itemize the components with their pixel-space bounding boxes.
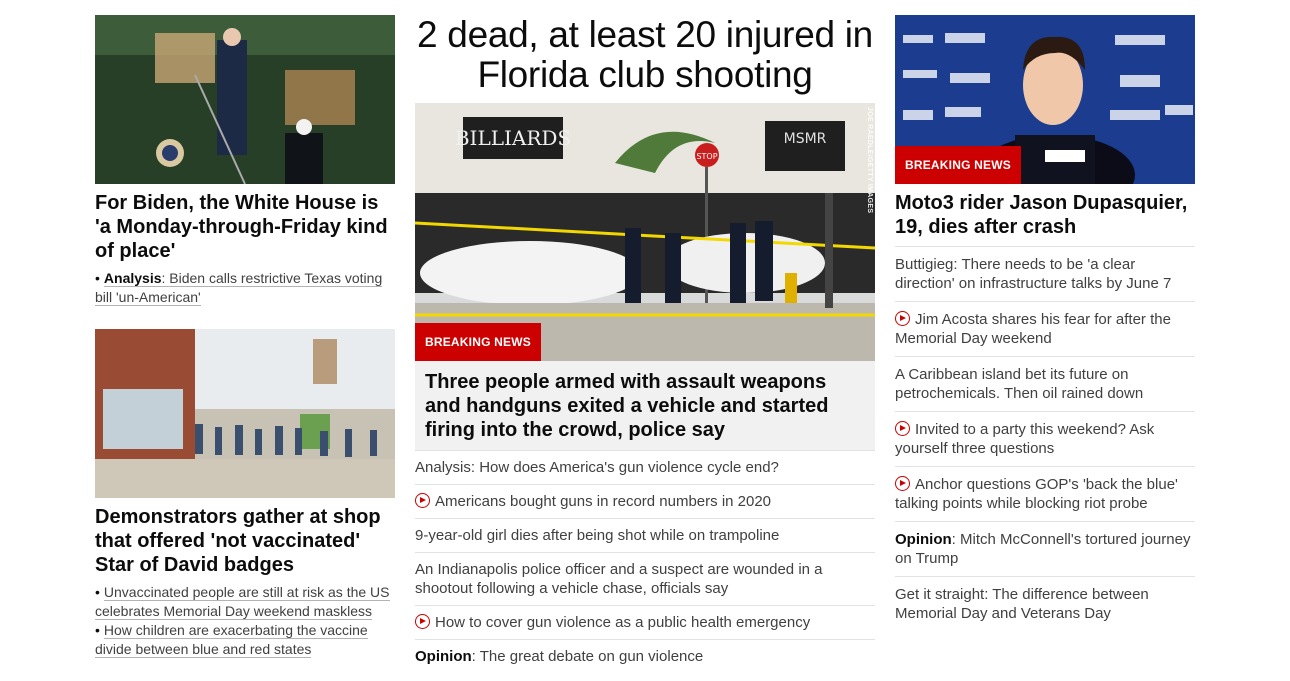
list-item[interactable]: 9-year-old girl dies after being shot wh… (415, 518, 875, 552)
analysis-label: Analysis (103, 270, 162, 286)
bullet-dot: • (95, 622, 100, 638)
demonstrators-photo[interactable] (95, 329, 395, 498)
list-item[interactable]: Analysis: How does America's gun violenc… (415, 450, 875, 484)
biden-headline[interactable]: For Biden, the White House is 'a Monday-… (95, 191, 395, 263)
msmr-sign-text: MSMR (784, 131, 827, 147)
list-item[interactable]: Buttigieg: There needs to be 'a clear di… (895, 246, 1195, 301)
play-icon (895, 311, 910, 326)
list-item[interactable]: Get it straight: The difference between … (895, 576, 1195, 631)
moto3-rider-photo[interactable]: BREAKING NEWS (895, 15, 1195, 184)
center-story-list: Analysis: How does America's gun violenc… (415, 450, 875, 673)
breaking-news-badge: BREAKING NEWS (415, 323, 541, 361)
story-link[interactable]: Americans bought guns in record numbers … (435, 493, 771, 510)
stop-sign-text: STOP (696, 152, 717, 161)
lead-story-text[interactable]: Three people armed with assault weapons … (415, 361, 875, 450)
florida-shooting-photo[interactable]: BILLIARDS MSMR STOP JOE RAEDLE/GETTY IMA… (415, 103, 875, 361)
story-link[interactable]: A Caribbean island bet its future on pet… (895, 366, 1143, 402)
list-item[interactable]: Anchor questions GOP's 'back the blue' t… (895, 466, 1195, 521)
list-item[interactable]: A Caribbean island bet its future on pet… (895, 356, 1195, 411)
list-item[interactable]: Americans bought guns in record numbers … (415, 484, 875, 518)
moto3-headline[interactable]: Moto3 rider Jason Dupasquier, 19, dies a… (895, 191, 1195, 239)
list-item[interactable]: • How children are exacerbating the vacci… (95, 621, 395, 659)
main-headline[interactable]: 2 dead, at least 20 injured in Florida c… (415, 15, 875, 103)
bullet-dot: • (95, 270, 100, 286)
demonstrators-related-links: • Unvaccinated people are still at risk a… (95, 583, 395, 659)
center-column: 2 dead, at least 20 injured in Florida c… (415, 15, 875, 673)
right-column: BREAKING NEWS Moto3 rider Jason Dupasqui… (895, 15, 1195, 631)
story-link[interactable]: An Indianapolis police officer and a sus… (415, 561, 823, 597)
story-link[interactable]: Invited to a party this weekend? Ask you… (895, 421, 1154, 457)
bullet-dot: • (95, 584, 100, 600)
link-text[interactable]: How children are exacerbating the vaccin… (95, 622, 368, 658)
left-column: For Biden, the White House is 'a Monday-… (95, 15, 395, 659)
play-icon (895, 476, 910, 491)
list-item[interactable]: • Unvaccinated people are still at risk a… (95, 583, 395, 621)
link-text[interactable]: Unvaccinated people are still at risk as… (95, 584, 390, 620)
story-link[interactable]: Anchor questions GOP's 'back the blue' t… (895, 476, 1178, 512)
biden-helicopter-photo[interactable] (95, 15, 395, 184)
story-link[interactable]: Analysis: How does America's gun violenc… (415, 459, 779, 476)
right-story-list: Buttigieg: There needs to be 'a clear di… (895, 246, 1195, 631)
play-icon (415, 493, 430, 508)
list-item[interactable]: Jim Acosta shares his fear for after the… (895, 301, 1195, 356)
photo-credit: JOE RAEDLE/GETTY IMAGES (866, 107, 873, 214)
story-link[interactable]: Get it straight: The difference between … (895, 586, 1149, 622)
story-link[interactable]: 9-year-old girl dies after being shot wh… (415, 527, 779, 544)
play-icon (895, 421, 910, 436)
play-icon (415, 614, 430, 629)
demonstrators-headline[interactable]: Demonstrators gather at shop that offere… (95, 505, 395, 577)
story-link[interactable]: Buttigieg: There needs to be 'a clear di… (895, 256, 1171, 292)
breaking-news-badge: BREAKING NEWS (895, 146, 1021, 184)
opinion-label: Opinion (895, 531, 952, 548)
story-link[interactable]: How to cover gun violence as a public he… (435, 614, 810, 631)
list-item[interactable]: Opinion: Mitch McConnell's tortured jour… (895, 521, 1195, 576)
biden-related-links: • Analysis: Biden calls restrictive Texas… (95, 269, 395, 307)
opinion-label: Opinion (415, 648, 472, 665)
story-link[interactable]: Jim Acosta shares his fear for after the… (895, 311, 1171, 347)
list-item[interactable]: • Analysis: Biden calls restrictive Texas… (95, 269, 395, 307)
list-item[interactable]: Invited to a party this weekend? Ask you… (895, 411, 1195, 466)
list-item[interactable]: Opinion: The great debate on gun violenc… (415, 639, 875, 673)
list-item[interactable]: An Indianapolis police officer and a sus… (415, 552, 875, 605)
story-link[interactable]: : The great debate on gun violence (472, 648, 704, 665)
list-item[interactable]: How to cover gun violence as a public he… (415, 605, 875, 639)
billiards-sign-text: BILLIARDS (455, 126, 571, 150)
